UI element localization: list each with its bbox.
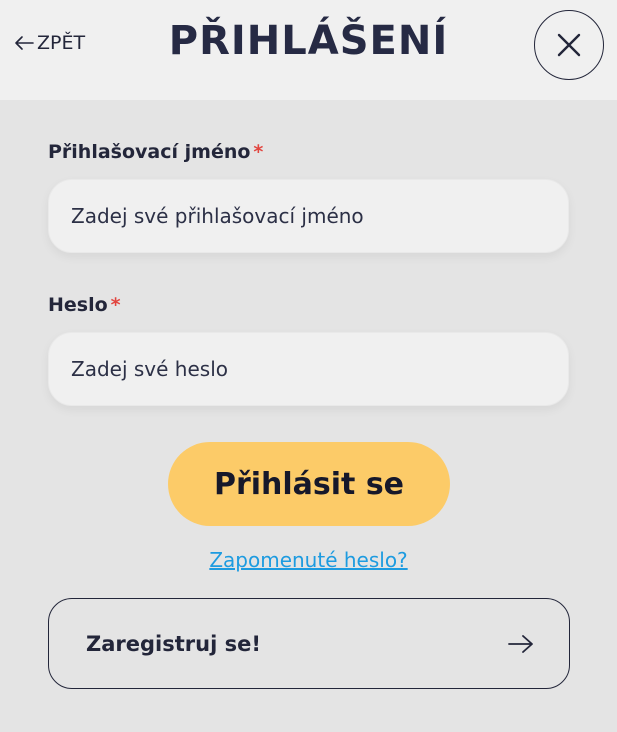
username-input[interactable] [48,179,569,253]
page-title: PŘIHLÁŠENÍ [168,18,449,64]
login-button[interactable]: Přihlásit se [168,442,450,526]
header-bar: ZPĚT PŘIHLÁŠENÍ [0,0,617,100]
forgot-password-link[interactable]: Zapomenuté heslo? [0,548,617,572]
required-mark: * [110,294,121,316]
register-label: Zaregistruj se! [86,631,261,656]
username-label: Přihlašovací jméno * [48,141,263,163]
password-label: Heslo * [48,294,121,316]
close-button[interactable] [534,10,604,80]
password-input[interactable] [48,332,569,406]
arrow-right-icon [508,634,533,653]
required-mark: * [253,141,264,163]
password-label-text: Heslo [48,294,108,316]
register-button[interactable]: Zaregistruj se! [48,598,570,689]
close-icon [557,33,581,57]
username-label-text: Přihlašovací jméno [48,141,251,163]
